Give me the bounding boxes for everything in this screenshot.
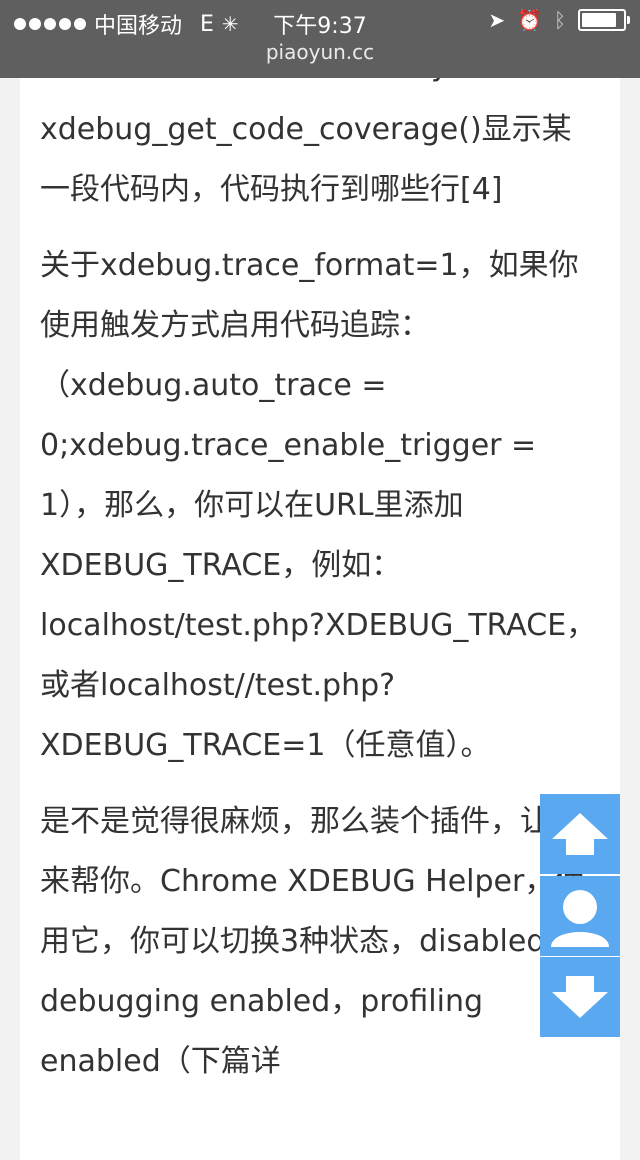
article-paragraph: 是不是觉得很麻烦，那么装个插件，让它来帮你。Chrome XDEBUG Help… bbox=[40, 804, 585, 1079]
arrow-up-icon bbox=[552, 813, 608, 855]
arrow-down-icon bbox=[552, 976, 608, 1018]
status-bar: 中国移动 E ✳ 下午9:37 ➤ ⏰ ᛒ piaoyun.cc bbox=[0, 0, 640, 78]
article-content: 前作用域中已声明的变量array xdebug_get_code_coverag… bbox=[40, 48, 600, 1108]
location-icon: ➤ bbox=[488, 8, 506, 32]
user-icon bbox=[551, 890, 609, 947]
article-paragraph: xdebug_get_code_coverage()显示某一段代码内，代码执行到… bbox=[40, 112, 572, 207]
user-button[interactable] bbox=[540, 876, 620, 956]
scroll-down-button[interactable] bbox=[540, 957, 620, 1037]
status-right: ➤ ⏰ ᛒ bbox=[488, 8, 630, 32]
page-url[interactable]: piaoyun.cc bbox=[0, 40, 640, 64]
alarm-icon: ⏰ bbox=[517, 8, 542, 32]
article-paragraph: 关于xdebug.trace_format=1，如果你使用触发方式启用代码追踪：… bbox=[40, 248, 597, 763]
scroll-up-button[interactable] bbox=[540, 794, 620, 874]
bluetooth-icon: ᛒ bbox=[554, 8, 566, 32]
battery-icon bbox=[578, 9, 630, 31]
